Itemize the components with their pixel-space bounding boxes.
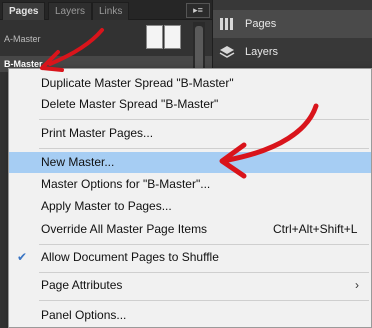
tab-pages[interactable]: Pages xyxy=(2,2,46,20)
menu-item-page-attributes[interactable]: Page Attributes › xyxy=(9,275,371,296)
pages-panel-context-menu: Duplicate Master Spread "B-Master" Delet… xyxy=(8,68,372,328)
menu-separator xyxy=(39,244,369,245)
menu-item-master-options[interactable]: Master Options for "B-Master"... xyxy=(9,174,371,195)
master-thumbnail-left[interactable] xyxy=(146,25,163,49)
menu-item-allow-shuffle[interactable]: ✔ Allow Document Pages to Shuffle xyxy=(9,247,371,268)
dock-item-layers[interactable]: Layers xyxy=(213,38,372,66)
menu-item-label: Allow Document Pages to Shuffle xyxy=(41,250,219,264)
pages-icon xyxy=(217,14,237,34)
tab-layers[interactable]: Layers xyxy=(48,2,93,20)
menu-item-delete-master[interactable]: Delete Master Spread "B-Master" xyxy=(9,94,371,115)
menu-item-apply-master[interactable]: Apply Master to Pages... xyxy=(9,196,371,217)
menu-item-panel-options[interactable]: Panel Options... xyxy=(9,305,371,326)
checkmark-icon: ✔ xyxy=(17,250,28,264)
menu-separator xyxy=(39,272,369,273)
tab-links[interactable]: Links xyxy=(92,2,130,20)
menu-separator xyxy=(39,119,369,120)
master-thumbnail-right[interactable] xyxy=(164,25,181,49)
panel-tab-bar: Pages Layers Links ▸≡ xyxy=(0,0,212,20)
chevron-right-icon: › xyxy=(355,278,359,292)
menu-item-label: Page Attributes xyxy=(41,278,123,292)
dock-item-pages[interactable]: Pages xyxy=(213,10,372,38)
dock-label-pages: Pages xyxy=(245,18,277,30)
menu-item-print-master-pages[interactable]: Print Master Pages... xyxy=(9,123,371,144)
menu-separator xyxy=(39,148,369,149)
menu-item-override-all[interactable]: Override All Master Page Items Ctrl+Alt+… xyxy=(9,219,371,240)
menu-item-label: Override All Master Page Items xyxy=(41,222,208,236)
menu-item-duplicate-master[interactable]: Duplicate Master Spread "B-Master" xyxy=(9,73,371,94)
menu-item-new-master[interactable]: New Master... xyxy=(9,152,371,173)
menu-separator xyxy=(39,300,369,301)
dock-label-layers: Layers xyxy=(245,46,279,58)
layers-icon xyxy=(217,42,237,62)
panel-menu-button[interactable]: ▸≡ xyxy=(186,3,210,18)
shortcut-label: Ctrl+Alt+Shift+L xyxy=(273,222,358,236)
